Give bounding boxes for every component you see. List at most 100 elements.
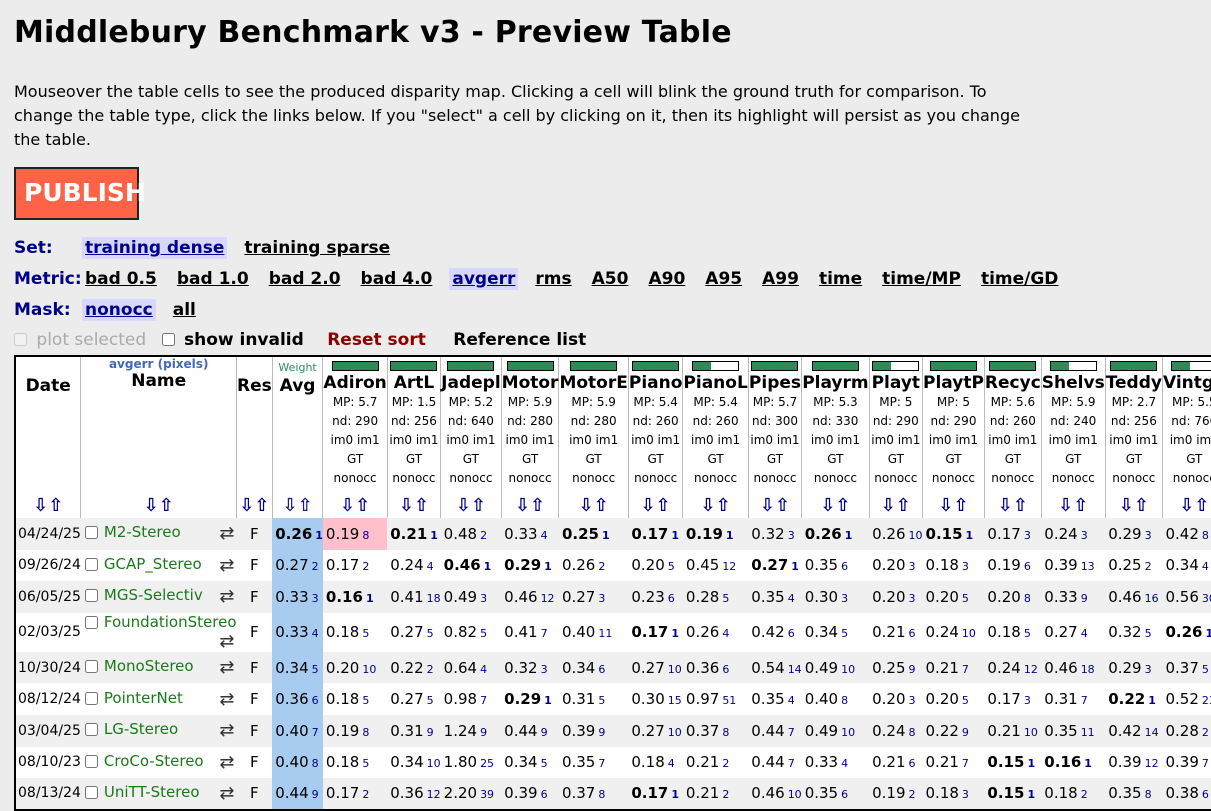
dataset-gt-link[interactable]: GT xyxy=(870,450,922,469)
row-select-checkbox[interactable] xyxy=(85,692,98,705)
sort-icon[interactable]: ⇩⇧ xyxy=(502,495,559,516)
value-cell[interactable]: 0.396 xyxy=(501,778,559,810)
dataset-images-link[interactable]: im0 im1 xyxy=(502,431,559,450)
show-invalid-label[interactable]: show invalid xyxy=(184,330,304,350)
value-cell[interactable]: 0.493 xyxy=(441,581,502,613)
reset-sort-link[interactable]: Reset sort xyxy=(327,330,426,350)
method-name-link[interactable]: CroCo-Stereo xyxy=(104,752,204,770)
value-cell[interactable]: 0.357 xyxy=(559,747,628,779)
value-cell[interactable]: 0.3410 xyxy=(387,747,440,779)
value-cell[interactable]: 0.354 xyxy=(748,683,801,715)
value-cell[interactable]: 0.3612 xyxy=(387,778,440,810)
value-cell[interactable]: 0.9751 xyxy=(683,683,748,715)
value-cell[interactable]: 0.378 xyxy=(683,715,748,747)
value-cell[interactable]: 0.248 xyxy=(869,715,922,747)
metric-option-rms[interactable]: rms xyxy=(532,268,574,290)
dataset-name[interactable]: Playrm xyxy=(802,373,868,393)
method-name-link[interactable]: PointerNet xyxy=(104,689,183,707)
value-cell[interactable]: 0.173 xyxy=(984,518,1041,550)
value-cell[interactable]: 0.198 xyxy=(323,518,387,550)
value-cell[interactable]: 0.229 xyxy=(923,715,985,747)
set-option-training-dense[interactable]: training dense xyxy=(82,237,227,259)
value-cell[interactable]: 1.8025 xyxy=(441,747,502,779)
swap-icon[interactable]: ⇄ xyxy=(219,720,234,741)
dataset-name[interactable]: Piano xyxy=(629,373,683,393)
value-cell[interactable]: 0.378 xyxy=(559,778,628,810)
dataset-name[interactable]: ArtL xyxy=(388,373,440,393)
value-cell[interactable]: 0.386 xyxy=(1162,778,1211,810)
dataset-name[interactable]: Recyc xyxy=(985,373,1041,393)
value-cell[interactable]: 0.4512 xyxy=(683,550,748,582)
avg-cell[interactable]: 0.333 xyxy=(272,581,323,613)
value-cell[interactable]: 0.356 xyxy=(802,550,869,582)
sort-icon[interactable]: ⇩⇧ xyxy=(1163,495,1211,516)
value-cell[interactable]: 0.261 xyxy=(1162,613,1211,652)
dataset-name[interactable]: Vintge xyxy=(1163,373,1211,393)
value-cell[interactable]: 0.319 xyxy=(387,715,440,747)
value-cell[interactable]: 0.482 xyxy=(441,518,502,550)
value-cell[interactable]: 0.5414 xyxy=(748,652,801,684)
value-cell[interactable]: 0.151 xyxy=(984,778,1041,810)
value-cell[interactable]: 0.4214 xyxy=(1105,715,1162,747)
value-cell[interactable]: 0.3015 xyxy=(628,683,683,715)
swap-icon[interactable]: ⇄ xyxy=(219,631,234,652)
value-cell[interactable]: 0.172 xyxy=(323,778,387,810)
dataset-images-link[interactable]: im0 im1 xyxy=(1042,431,1105,450)
value-cell[interactable]: 0.244 xyxy=(387,550,440,582)
value-cell[interactable]: 0.182 xyxy=(1041,778,1105,810)
value-cell[interactable]: 0.461 xyxy=(441,550,502,582)
value-cell[interactable]: 0.217 xyxy=(923,652,985,684)
value-cell[interactable]: 0.205 xyxy=(628,550,683,582)
row-select-checkbox[interactable] xyxy=(85,755,98,768)
value-cell[interactable]: 0.426 xyxy=(748,613,801,652)
sort-icon[interactable]: ⇩⇧ xyxy=(559,495,627,516)
dataset-name[interactable]: Shelvs xyxy=(1042,373,1105,393)
row-select-checkbox[interactable] xyxy=(85,786,98,799)
avg-cell[interactable]: 0.408 xyxy=(272,747,323,779)
dataset-mask-link[interactable]: nonocc xyxy=(441,469,501,488)
value-cell[interactable]: 0.5630 xyxy=(1162,581,1211,613)
dataset-mask-link[interactable]: nonocc xyxy=(502,469,559,488)
value-cell[interactable]: 0.4118 xyxy=(387,581,440,613)
value-cell[interactable]: 0.275 xyxy=(387,683,440,715)
value-cell[interactable]: 0.447 xyxy=(748,715,801,747)
publish-button[interactable]: PUBLISH xyxy=(14,167,139,220)
value-cell[interactable]: 0.2410 xyxy=(923,613,985,652)
avg-cell[interactable]: 0.449 xyxy=(272,778,323,810)
metric-option-bad-2-0[interactable]: bad 2.0 xyxy=(266,268,344,290)
value-cell[interactable]: 0.208 xyxy=(984,581,1041,613)
dataset-images-link[interactable]: im0 im1 xyxy=(1106,431,1162,450)
value-cell[interactable]: 0.375 xyxy=(1162,652,1211,684)
dataset-images-link[interactable]: im0 im1 xyxy=(388,431,440,450)
value-cell[interactable]: 0.356 xyxy=(802,778,869,810)
value-cell[interactable]: 0.987 xyxy=(441,683,502,715)
value-cell[interactable]: 0.323 xyxy=(748,518,801,550)
value-cell[interactable]: 0.259 xyxy=(869,652,922,684)
swap-icon[interactable]: ⇄ xyxy=(219,689,234,710)
value-cell[interactable]: 0.285 xyxy=(683,581,748,613)
value-cell[interactable]: 1.249 xyxy=(441,715,502,747)
value-cell[interactable]: 0.291 xyxy=(501,550,559,582)
value-cell[interactable]: 0.205 xyxy=(923,581,985,613)
value-cell[interactable]: 0.366 xyxy=(683,652,748,684)
value-cell[interactable]: 0.171 xyxy=(628,778,683,810)
value-cell[interactable]: 0.3912 xyxy=(1105,747,1162,779)
swap-icon[interactable]: ⇄ xyxy=(219,783,234,804)
sort-icon[interactable]: ⇩⇧ xyxy=(1106,495,1162,516)
value-cell[interactable]: 0.4910 xyxy=(802,652,869,684)
metric-option-time-gd[interactable]: time/GD xyxy=(978,268,1061,290)
value-cell[interactable]: 0.4610 xyxy=(748,778,801,810)
dataset-mask-link[interactable]: nonocc xyxy=(323,469,386,488)
value-cell[interactable]: 0.273 xyxy=(559,581,628,613)
metric-option-time[interactable]: time xyxy=(816,268,865,290)
value-cell[interactable]: 0.172 xyxy=(323,550,387,582)
value-cell[interactable]: 0.2710 xyxy=(628,715,683,747)
dataset-mask-link[interactable]: nonocc xyxy=(870,469,922,488)
value-cell[interactable]: 0.4011 xyxy=(559,613,628,652)
show-invalid-checkbox[interactable] xyxy=(162,333,175,346)
value-cell[interactable]: 0.325 xyxy=(1105,613,1162,652)
value-cell[interactable]: 0.183 xyxy=(923,778,985,810)
value-cell[interactable]: 0.203 xyxy=(869,550,922,582)
value-cell[interactable]: 0.151 xyxy=(984,747,1041,779)
value-cell[interactable]: 0.2412 xyxy=(984,652,1041,684)
